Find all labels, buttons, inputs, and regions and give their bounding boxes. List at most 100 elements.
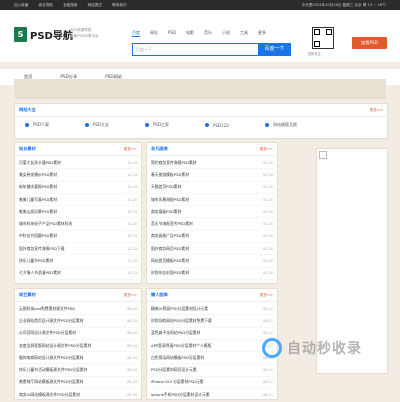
list-item-title[interactable]: 精美UI界面PSD分层素材设计元素	[151, 306, 208, 312]
top-link-nav[interactable]: 综合导航	[39, 3, 53, 7]
list-item-title[interactable]: 城市风景海报PSD素材	[151, 197, 189, 203]
site-tag[interactable]: PSD之家	[145, 122, 205, 128]
list-item[interactable]: 唯美山居风景PSD素材 12-23	[19, 206, 137, 219]
list-item[interactable]: 美食餐厅网站模板源文件PSD分层素材 06-24	[19, 377, 137, 390]
top-link-submit[interactable]: 网站提交	[88, 3, 102, 7]
list-item-title[interactable]: PSD分层素材网页设计元素	[151, 367, 197, 373]
list-item-title[interactable]: 白色简洁网站模板PSD分层素材	[151, 355, 204, 361]
list-item[interactable]: 商务画册广告PSD素材 03-30	[151, 231, 273, 244]
list-item-title[interactable]: 国外商务网页PSD素材	[151, 246, 189, 252]
search-tab-movie[interactable]: 电影	[186, 30, 194, 37]
search-tab-tools[interactable]: 工具	[240, 30, 248, 37]
list-item-title[interactable]: 国外商务宣传海报PSD下载	[19, 246, 65, 252]
list-item-title[interactable]: 时尚导航网站PSD分层素材免费下载	[151, 318, 212, 324]
more-link[interactable]: 更多>>	[370, 104, 383, 116]
list-item[interactable]: 精美UI界面PSD分层素材设计元素 06-11	[151, 303, 273, 316]
list-item-title[interactable]: 新年婚庆喜报PSD素材	[19, 184, 57, 190]
site-tag[interactable]: PSD下载	[25, 122, 85, 128]
list-item-title[interactable]: 美食餐厅网站模板源文件PSD分层素材	[19, 379, 84, 385]
list-item-title[interactable]: 商务画册广告PSD素材	[151, 233, 189, 239]
list-item-title[interactable]: 网站首页模板PSD素材	[151, 258, 189, 264]
list-item-title[interactable]: iphone手机PSD分层素材设计元素	[151, 392, 210, 398]
search-tab-web[interactable]: 网址	[150, 30, 158, 37]
list-item-title[interactable]: APP登录界面PSD分层素材个人模版	[151, 343, 211, 349]
add-psd-button[interactable]: 加我PSD	[352, 37, 387, 49]
list-item[interactable]: 城市风景海报PSD素材 03-30	[151, 194, 273, 207]
list-item-date: 03-30	[263, 222, 273, 227]
site-tag[interactable]: PSD大全	[85, 122, 145, 128]
list-item-title[interactable]: 天猫首页PSD素材	[151, 184, 181, 190]
list-item[interactable]: 网站首页模板PSD素材 03-30	[151, 255, 273, 268]
list-item[interactable]: 白色简洁网站模板PSD分层素材 06-11	[151, 352, 273, 365]
list-item-title[interactable]: 七夕情人节浪漫PSD素材	[19, 270, 61, 276]
list-item-title[interactable]: 态度全屏宽版网站设计源文件PSD分层素材	[19, 343, 91, 349]
list-item-title[interactable]: 时尚杂志封面PSD素材	[151, 270, 189, 276]
list-item-title[interactable]: 城市科技电子产品PSD素材科技	[19, 221, 72, 227]
list-item-title[interactable]: 唯美山居风景PSD素材	[19, 209, 57, 215]
list-item-date: 06-24	[127, 380, 137, 385]
more-link[interactable]: 更多>>	[124, 289, 137, 301]
list-item[interactable]: 服饰电商网站设计源文件PSD分层素材 06-24	[19, 352, 137, 365]
top-link-search[interactable]: 全能搜索	[63, 3, 77, 7]
list-item-title[interactable]: iPhone GUI 分层素材PSD元素	[151, 379, 203, 385]
list-item-title[interactable]: 春天旅游模板PSD素材	[151, 172, 189, 178]
list-item[interactable]: 蓝色扁平化网站PSD分层素材 06-11	[151, 328, 273, 340]
top-link-contact[interactable]: 联系我们	[112, 3, 126, 7]
list-item-title[interactable]: 公司官网设计源文件PSD分层素材	[19, 330, 76, 336]
list-item[interactable]: 企业网站首页设计源文件PSD分层素材 06-24	[19, 315, 137, 328]
list-item[interactable]: 态度全屏宽版网站设计源文件PSD分层素材 06-24	[19, 340, 137, 353]
list-item-title[interactable]: 蓝色扁平化网站PSD分层素材	[151, 330, 200, 336]
list-item[interactable]: APP登录界面PSD分层素材个人模版 06-11	[151, 340, 273, 353]
list-item-title[interactable]: 快乐儿童节活动模板源文件PSD分层素材	[19, 367, 87, 373]
list-item[interactable]: 唯美儿童写真PSD素材 12-23	[19, 194, 137, 207]
search-tab-music[interactable]: 音乐	[204, 30, 212, 37]
list-item[interactable]: 公司官网设计源文件PSD分层素材 06-24	[19, 328, 137, 340]
list-title: 纯艺素材	[19, 292, 36, 297]
list-item[interactable]: 国外商务网页PSD素材 03-30	[151, 243, 273, 256]
list-item[interactable]: 简约商务宣传海报PSD素材 03-30	[151, 157, 273, 170]
list-item[interactable]: 时尚杂志封面PSD素材 03-30	[151, 268, 273, 280]
list-item[interactable]: 中秋佳节团圆PSD素材 12-23	[19, 231, 137, 244]
list-item-title[interactable]: 商务UI网站模板源文件PSD分层素材	[19, 392, 80, 398]
more-link[interactable]: 更多>>	[260, 143, 273, 155]
list-item[interactable]: 春天旅游模板PSD素材 03-30	[151, 169, 273, 182]
more-link[interactable]: 更多>>	[124, 143, 137, 155]
top-link-favorite[interactable]: 加入收藏	[14, 3, 28, 7]
list-item-title[interactable]: 中秋佳节团圆PSD素材	[19, 233, 57, 239]
list-item-title[interactable]: 可爱小女孩卡通PSD素材	[19, 160, 61, 166]
more-link[interactable]: 更多>>	[260, 289, 273, 301]
list-item-title[interactable]: 服饰电商网站设计源文件PSD分层素材	[19, 355, 84, 361]
search-tab-more[interactable]: 更多	[258, 30, 266, 37]
site-logo[interactable]: S PSD导航	[14, 27, 73, 42]
watermark: 自动秒收录	[262, 338, 362, 358]
list-item[interactable]: 云图科技psd免费素材源文件PSD 06-24	[19, 303, 137, 316]
list-item-title[interactable]: 音乐节海报宣传PSD素材	[151, 221, 193, 227]
list-item[interactable]: 商务展板PSD素材 03-30	[151, 206, 273, 219]
list-item[interactable]: 快乐儿童节活动模板源文件PSD分层素材 06-24	[19, 364, 137, 377]
list-item-title[interactable]: 云图科技psd免费素材源文件PSD	[19, 306, 75, 312]
list-item[interactable]: 快乐儿童节PSD素材 12-23	[19, 255, 137, 268]
site-tag[interactable]: PSD123	[205, 122, 265, 128]
list-item[interactable]: PSD分层素材网页设计元素 06-11	[151, 364, 273, 377]
list-item-title[interactable]: 美女卷发婚纱PSD素材	[19, 172, 57, 178]
list-item-title[interactable]: 唯美儿童写真PSD素材	[19, 197, 57, 203]
list-item-title[interactable]: 企业网站首页设计源文件PSD分层素材	[19, 318, 84, 324]
search-tab-psd[interactable]: PSD	[168, 30, 176, 37]
list-item[interactable]: iPhone GUI 分层素材PSD元素 06-11	[151, 377, 273, 390]
search-tab-novel[interactable]: 小说	[222, 30, 230, 37]
search-button[interactable]: 百度一下	[258, 43, 291, 56]
list-item[interactable]: 新年婚庆喜报PSD素材 12-23	[19, 182, 137, 194]
list-item[interactable]: 七夕情人节浪漫PSD素材 12-23	[19, 268, 137, 280]
list-item[interactable]: 国外商务宣传海报PSD下载 12-23	[19, 243, 137, 256]
list-item[interactable]: 天猫首页PSD素材 03-30	[151, 182, 273, 194]
site-tag[interactable]: 网站模版互换	[265, 122, 325, 128]
list-item[interactable]: 音乐节海报宣传PSD素材 03-30	[151, 218, 273, 231]
list-item[interactable]: 美女卷发婚纱PSD素材 12-23	[19, 169, 137, 182]
search-tab-baidu[interactable]: 百度	[132, 30, 140, 37]
list-item[interactable]: 可爱小女孩卡通PSD素材 12-23	[19, 157, 137, 170]
list-item[interactable]: 城市科技电子产品PSD素材科技 12-23	[19, 218, 137, 231]
list-item-title[interactable]: 简约商务宣传海报PSD素材	[151, 160, 197, 166]
list-item-title[interactable]: 快乐儿童节PSD素材	[19, 258, 53, 264]
list-item[interactable]: 时尚导航网站PSD分层素材免费下载 06-11	[151, 315, 273, 328]
list-item-title[interactable]: 商务展板PSD素材	[151, 209, 181, 215]
